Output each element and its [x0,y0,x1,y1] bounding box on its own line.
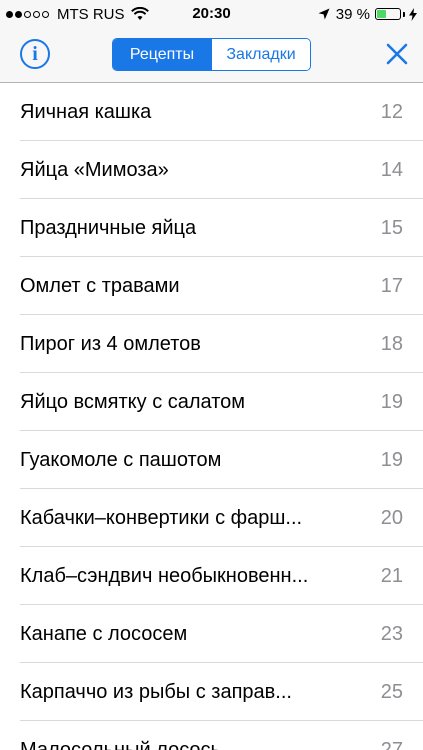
recipe-page-number: 17 [380,275,403,297]
list-item[interactable]: Малосольный лосось 27 [20,721,423,750]
recipe-title: Карпаччо из рыбы с заправ... [20,681,292,703]
list-item[interactable]: Карпаччо из рыбы с заправ... 25 [20,663,423,721]
recipe-title: Праздничные яйца [20,217,197,239]
recipe-page-number: 18 [380,333,403,355]
list-item[interactable]: Яйца «Мимоза» 14 [20,141,423,199]
recipe-title: Яичная кашка [20,101,152,123]
recipe-page-number: 19 [380,391,403,413]
recipe-page-number: 19 [380,449,403,471]
navigation-bar: i Рецепты Закладки [0,28,423,83]
list-item[interactable]: Канапе с лососем 23 [20,605,423,663]
list-item[interactable]: Пирог из 4 омлетов 18 [20,315,423,373]
tab-bookmarks[interactable]: Закладки [212,39,310,70]
status-right: 39 % [318,5,417,23]
recipe-page-number: 15 [380,217,403,239]
list-item[interactable]: Клаб–сэндвич необыкновенн... 21 [20,547,423,605]
list-item[interactable]: Яичная кашка 12 [20,83,423,141]
list-item[interactable]: Яйцо всмятку с салатом 19 [20,373,423,431]
battery-icon [375,8,401,20]
recipe-title: Омлет с травами [20,275,180,297]
recipe-title: Клаб–сэндвич необыкновенн... [20,565,309,587]
recipe-title: Канапе с лососем [20,623,188,645]
recipe-title: Яйца «Мимоза» [20,159,169,181]
list-item[interactable]: Гуакомоле с пашотом 19 [20,431,423,489]
recipe-title: Пирог из 4 омлетов [20,333,201,355]
screen: MTS RUS 20:30 39 % i Рецепты Закладки Яи… [0,0,423,750]
info-button[interactable]: i [20,39,50,69]
battery-fill [377,10,386,18]
recipe-page-number: 27 [380,739,403,750]
charging-bolt-icon [409,7,417,21]
battery-percent: 39 % [335,5,370,23]
recipe-title: Малосольный лосось [20,739,221,750]
recipe-page-number: 12 [380,101,403,123]
segmented-control: Рецепты Закладки [112,38,311,71]
list-item[interactable]: Омлет с травами 17 [20,257,423,315]
recipe-title: Кабачки–конвертики с фарш... [20,507,303,529]
recipe-page-number: 20 [380,507,403,529]
recipe-page-number: 14 [380,159,403,181]
tab-recipes[interactable]: Рецепты [113,39,212,70]
battery-cap [403,11,405,17]
recipe-page-number: 25 [380,681,403,703]
recipe-title: Яйцо всмятку с салатом [20,391,246,413]
recipe-list: Яичная кашка 12 Яйца «Мимоза» 14 Праздни… [0,83,423,750]
recipe-title: Гуакомоле с пашотом [20,449,222,471]
list-item[interactable]: Кабачки–конвертики с фарш... 20 [20,489,423,547]
recipe-page-number: 23 [380,623,403,645]
close-icon[interactable] [385,42,409,66]
list-item[interactable]: Праздничные яйца 15 [20,199,423,257]
location-arrow-icon [318,8,330,20]
status-bar: MTS RUS 20:30 39 % [0,0,423,28]
recipe-page-number: 21 [380,565,403,587]
